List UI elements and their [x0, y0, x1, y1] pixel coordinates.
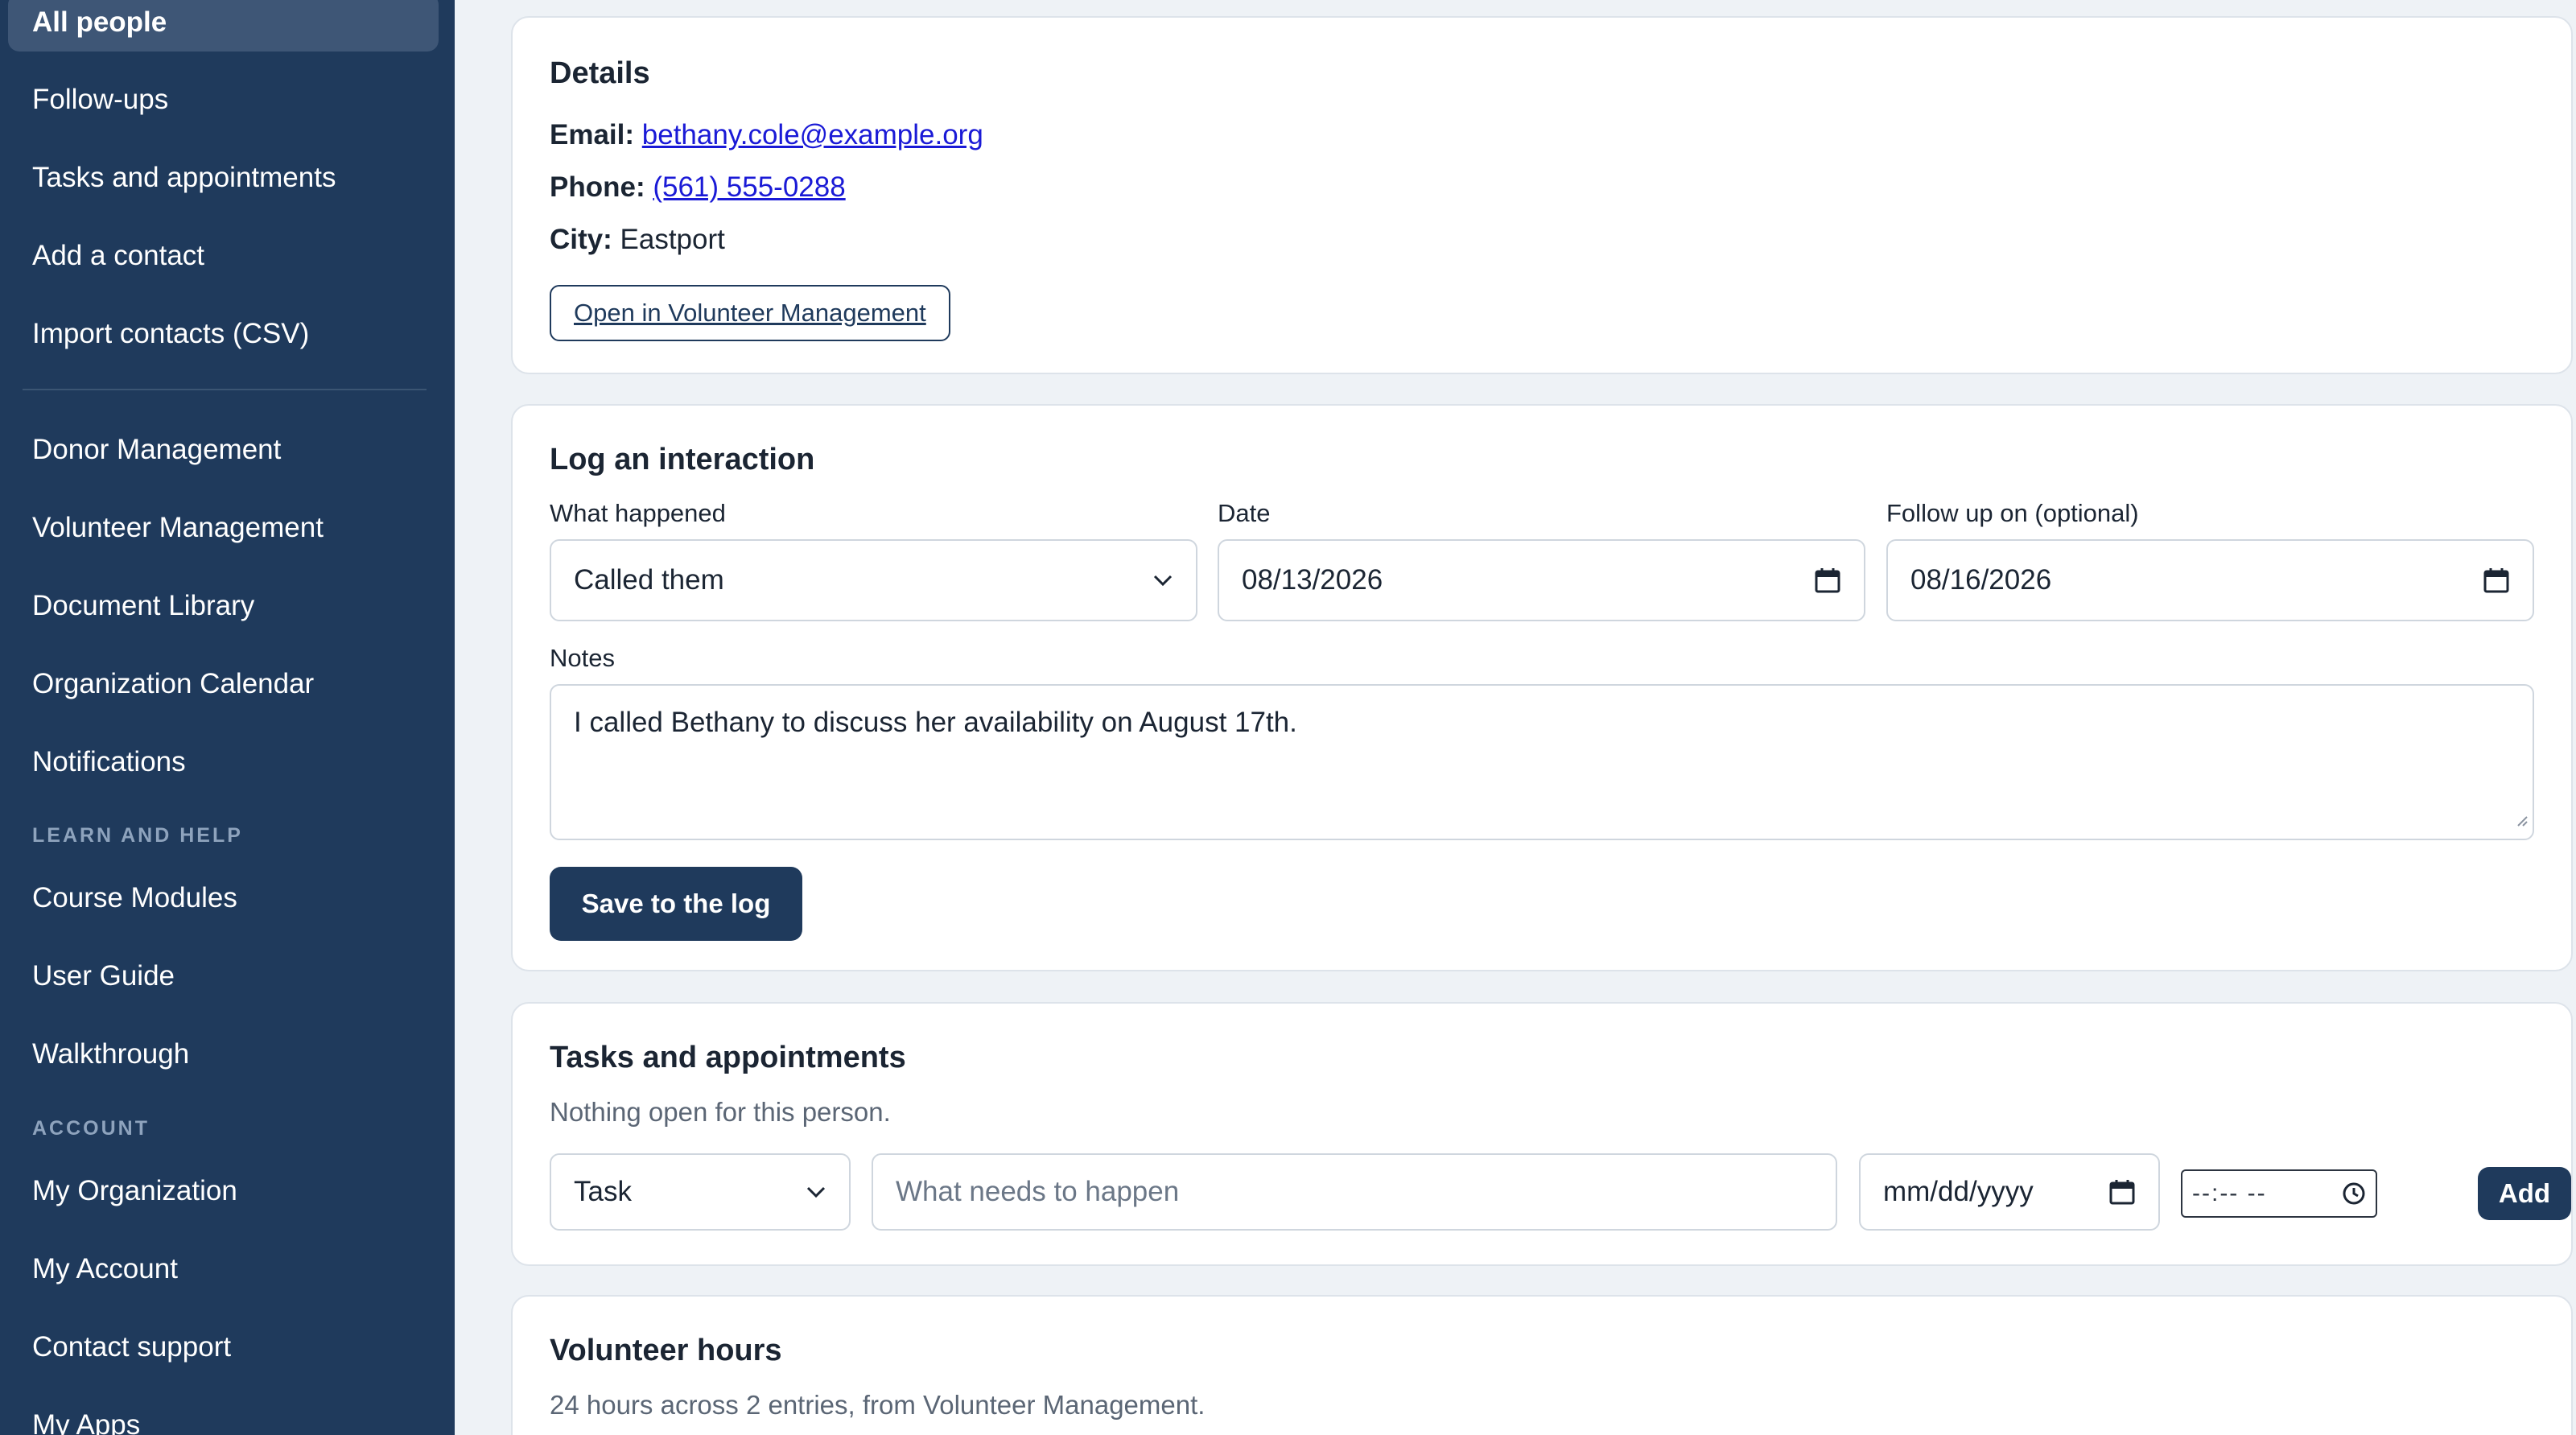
main-content: Details Email: bethany.cole@example.org …	[455, 0, 2576, 1435]
tasks-card: Tasks and appointments Nothing open for …	[511, 1002, 2573, 1266]
sidebar-item-import-contacts[interactable]: Import contacts (CSV)	[8, 305, 439, 363]
notes-value: I called Bethany to discuss her availabi…	[574, 707, 1297, 738]
task-time-input[interactable]: --:-- --	[2181, 1169, 2377, 1218]
sidebar-item-notifications[interactable]: Notifications	[8, 733, 439, 791]
follow-up-label: Follow up on (optional)	[1886, 499, 2139, 527]
date-label: Date	[1218, 499, 1271, 527]
sidebar-item-course-modules[interactable]: Course Modules	[8, 869, 439, 927]
task-date-input[interactable]: mm/dd/yyyy	[1859, 1153, 2160, 1231]
sidebar-section-account: ACCOUNT	[32, 1117, 150, 1140]
email-label: Email:	[550, 119, 635, 151]
notes-label: Notes	[550, 644, 615, 672]
log-interaction-card: Log an interaction What happened Called …	[511, 404, 2573, 971]
sidebar-item-organization-calendar[interactable]: Organization Calendar	[8, 655, 439, 713]
calendar-icon[interactable]	[1814, 567, 1841, 594]
resize-grip-icon[interactable]	[2515, 802, 2528, 834]
sidebar-item-follow-ups[interactable]: Follow-ups	[8, 71, 439, 129]
task-description-input[interactable]: What needs to happen	[872, 1153, 1837, 1231]
add-task-button[interactable]: Add	[2478, 1167, 2571, 1220]
tasks-title: Tasks and appointments	[550, 1041, 906, 1074]
what-happened-select[interactable]: Called them	[550, 539, 1197, 621]
sidebar-item-all-people[interactable]: All people	[8, 0, 439, 52]
volunteer-hours-title: Volunteer hours	[550, 1334, 782, 1367]
date-input[interactable]: 08/13/2026	[1218, 539, 1865, 621]
sidebar-item-tasks-and-appointments[interactable]: Tasks and appointments	[8, 149, 439, 207]
sidebar-item-my-apps[interactable]: My Apps	[8, 1396, 439, 1435]
chevron-down-icon	[806, 1186, 826, 1198]
task-type-select[interactable]: Task	[550, 1153, 851, 1231]
volunteer-hours-card: Volunteer hours 24 hours across 2 entrie…	[511, 1295, 2573, 1435]
sidebar-item-donor-management[interactable]: Donor Management	[8, 421, 439, 479]
sidebar-item-user-guide[interactable]: User Guide	[8, 947, 439, 1005]
follow-up-date-value: 08/16/2026	[1910, 564, 2052, 596]
notes-textarea[interactable]: I called Bethany to discuss her availabi…	[550, 684, 2534, 840]
open-in-volunteer-management-button[interactable]: Open in Volunteer Management	[550, 285, 950, 341]
calendar-icon[interactable]	[2483, 567, 2510, 594]
city-label: City:	[550, 224, 612, 255]
sidebar-item-my-account[interactable]: My Account	[8, 1240, 439, 1298]
sidebar-divider	[23, 389, 427, 390]
save-to-log-button[interactable]: Save to the log	[550, 867, 802, 941]
phone-link[interactable]: (561) 555-0288	[653, 171, 845, 203]
chevron-down-icon	[1152, 574, 1173, 587]
sidebar-item-contact-support[interactable]: Contact support	[8, 1318, 439, 1376]
email-link[interactable]: bethany.cole@example.org	[642, 119, 983, 151]
sidebar: All people Follow-ups Tasks and appointm…	[0, 0, 455, 1435]
phone-label: Phone:	[550, 171, 645, 203]
tasks-empty-text: Nothing open for this person.	[550, 1097, 891, 1127]
task-date-placeholder: mm/dd/yyyy	[1883, 1176, 2034, 1207]
details-card: Details Email: bethany.cole@example.org …	[511, 16, 2573, 374]
sidebar-item-volunteer-management[interactable]: Volunteer Management	[8, 499, 439, 557]
email-line: Email: bethany.cole@example.org	[550, 119, 983, 151]
what-happened-label: What happened	[550, 499, 726, 527]
sidebar-item-add-a-contact[interactable]: Add a contact	[8, 227, 439, 285]
sidebar-section-learn-and-help: LEARN AND HELP	[32, 824, 243, 847]
date-value: 08/13/2026	[1242, 564, 1383, 596]
app: All people Follow-ups Tasks and appointm…	[0, 0, 2576, 1435]
clock-icon[interactable]	[2342, 1181, 2366, 1206]
city-value: Eastport	[620, 224, 725, 255]
what-happened-value: Called them	[574, 564, 724, 596]
sidebar-item-document-library[interactable]: Document Library	[8, 577, 439, 635]
task-time-placeholder: --:-- --	[2192, 1180, 2267, 1206]
volunteer-hours-summary: 24 hours across 2 entries, from Voluntee…	[550, 1390, 1206, 1420]
sidebar-item-walkthrough[interactable]: Walkthrough	[8, 1025, 439, 1083]
task-type-value: Task	[574, 1176, 632, 1207]
details-title: Details	[550, 56, 650, 90]
log-interaction-title: Log an interaction	[550, 443, 815, 476]
sidebar-item-my-organization[interactable]: My Organization	[8, 1162, 439, 1220]
phone-line: Phone: (561) 555-0288	[550, 171, 846, 204]
calendar-icon[interactable]	[2108, 1178, 2136, 1206]
follow-up-date-input[interactable]: 08/16/2026	[1886, 539, 2534, 621]
task-description-placeholder: What needs to happen	[896, 1176, 1180, 1207]
city-line: City: Eastport	[550, 224, 725, 256]
